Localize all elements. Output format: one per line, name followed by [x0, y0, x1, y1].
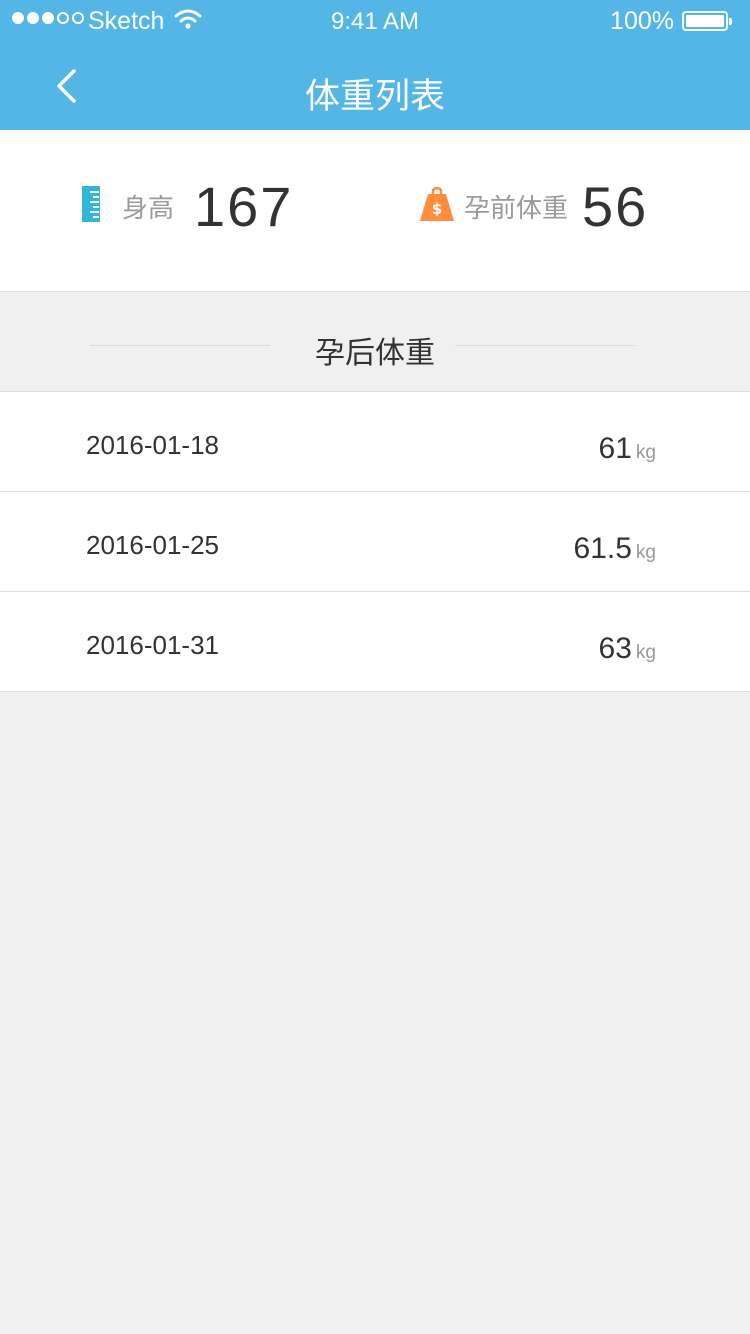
record-weight-unit: kg	[635, 542, 656, 563]
record-weight: 61.5 kg	[574, 532, 656, 566]
record-date: 2016-01-18	[86, 430, 219, 460]
record-weight-unit: kg	[635, 642, 656, 663]
pre-pregnancy-weight-stat: $ 孕前体重 56	[420, 174, 648, 239]
battery-icon	[682, 11, 732, 31]
record-weight-unit: kg	[635, 442, 656, 463]
status-bar: Sketch 9:41 AM 100%	[0, 0, 750, 40]
record-weight-value: 63	[598, 632, 632, 665]
divider-right	[455, 345, 635, 346]
app-header: Sketch 9:41 AM 100% 体重列表	[0, 0, 750, 130]
svg-text:$: $	[432, 200, 442, 218]
height-label: 身高	[122, 193, 175, 223]
record-weight: 61 kg	[599, 432, 656, 466]
record-date: 2016-01-25	[86, 530, 219, 560]
summary-card: 身高 167 $ 孕前体重 56	[0, 130, 750, 292]
weight-record-list: 2016-01-18 61 kg 2016-01-25 61.5 kg 2016…	[0, 392, 750, 692]
section-title: 孕后体重	[315, 337, 435, 370]
height-value: 167	[194, 175, 294, 238]
record-date: 2016-01-31	[86, 630, 219, 660]
height-stat: 身高 167	[82, 174, 293, 239]
list-item[interactable]: 2016-01-18 61 kg	[0, 392, 750, 492]
section-header: 孕后体重	[0, 292, 750, 392]
page-title: 体重列表	[304, 77, 445, 116]
pre-pregnancy-weight-value: 56	[582, 175, 649, 238]
record-weight: 63 kg	[599, 632, 656, 666]
weight-bag-icon: $	[420, 186, 454, 226]
list-item[interactable]: 2016-01-25 61.5 kg	[0, 492, 750, 592]
weight-list-screen: Sketch 9:41 AM 100% 体重列表 身高 167 $ 孕前体重 5…	[0, 0, 750, 1334]
record-weight-value: 61.5	[573, 532, 632, 565]
ruler-icon	[82, 186, 100, 227]
record-weight-value: 61	[598, 432, 632, 465]
battery-percentage: 100%	[610, 7, 674, 35]
list-item[interactable]: 2016-01-31 63 kg	[0, 592, 750, 692]
pre-pregnancy-weight-label: 孕前体重	[464, 193, 569, 223]
